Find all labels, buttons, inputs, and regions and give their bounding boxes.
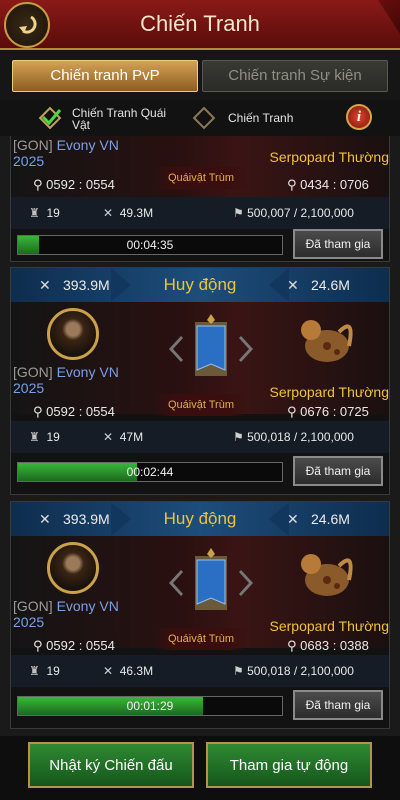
location-pin-icon: ⚲ <box>33 177 43 192</box>
rally-banner <box>161 314 261 384</box>
battle-log-button[interactable]: Nhật ký Chiến đấu <box>28 742 194 788</box>
location-pin-icon: ⚲ <box>33 404 43 419</box>
mobilization-band: ✕ 393.9M Huy động ✕ 24.6M <box>11 268 389 302</box>
info-icon[interactable]: i <box>346 104 372 130</box>
flag-icon: ⚑ <box>233 206 244 220</box>
joined-button[interactable]: Đã tham gia <box>293 690 383 720</box>
player-avatar[interactable] <box>47 308 99 360</box>
boss-coordinates[interactable]: ⚲ 0434 : 0706 <box>287 177 369 193</box>
band-chevron-right <box>269 502 289 536</box>
check-icon <box>41 109 62 126</box>
boss-type-label: Quáivật Trùm <box>155 628 247 650</box>
boss-type-label: Quáivật Trùm <box>155 394 247 416</box>
tab-pvp-war[interactable]: Chiến tranh PvP <box>12 60 198 92</box>
page-title: Chiến Tranh <box>140 11 260 36</box>
back-arrow-icon <box>19 15 37 34</box>
band-chevron-left <box>111 268 131 302</box>
defender-power: ✕ 24.6M <box>287 277 350 293</box>
tab-event-war[interactable]: Chiến tranh Sự kiện <box>202 60 388 92</box>
flag-icon: ⚑ <box>233 664 244 678</box>
swords-icon: ✕ <box>103 664 114 678</box>
player-avatar[interactable] <box>47 542 99 594</box>
banner-icon <box>169 548 253 610</box>
serpopard-boss-icon[interactable] <box>289 540 359 610</box>
mobilization-title: Huy động <box>163 275 237 294</box>
troops-stat: ♜ 19 <box>29 206 60 220</box>
swords-icon: ✕ <box>39 277 51 293</box>
stat-row: ♜ 19 ✕ 46.3M ⚑ 500,018 / 2,100,000 <box>11 655 389 687</box>
location-pin-icon: ⚲ <box>287 177 297 192</box>
power-stat: ✕ 49.3M <box>103 206 154 220</box>
war-card: ✕ 393.9M Huy động ✕ 24.6M [GON] Evony VN 2… <box>10 267 390 495</box>
boss-name[interactable]: Serpopard Thường <box>259 384 389 400</box>
back-button[interactable] <box>4 2 50 48</box>
boss-name[interactable]: Serpopard Thường <box>259 618 389 634</box>
attacker-power: ✕ 393.9M <box>39 511 110 527</box>
rally-stat: ⚑ 500,018 / 2,100,000 <box>233 664 354 678</box>
rally-banner <box>161 548 261 618</box>
rally-stat: ⚑ 500,007 / 2,100,000 <box>233 206 354 220</box>
boss-coordinates[interactable]: ⚲ 0683 : 0388 <box>287 638 369 654</box>
soldier-icon: ♜ <box>29 430 40 444</box>
location-pin-icon: ⚲ <box>287 638 297 653</box>
swords-icon: ✕ <box>103 206 114 220</box>
soldier-icon: ♜ <box>29 206 40 220</box>
player-coordinates[interactable]: ⚲ 0592 : 0554 <box>33 177 115 193</box>
monster-war-label: Chiến Tranh Quái Vật <box>72 106 167 132</box>
location-pin-icon: ⚲ <box>33 638 43 653</box>
swords-icon: ✕ <box>287 511 299 527</box>
player-name[interactable]: [GON] Evony VN 2025 <box>13 137 133 169</box>
timer-bar: 00:04:35 <box>17 235 283 255</box>
timer-text: 00:02:44 <box>126 465 174 479</box>
troops-stat: ♜ 19 <box>29 430 60 444</box>
swords-icon: ✕ <box>103 430 114 444</box>
stat-row: ♜ 19 ✕ 49.3M ⚑ 500,007 / 2,100,000 <box>11 197 389 229</box>
defender-power: ✕ 24.6M <box>287 511 350 527</box>
mobilization-band: ✕ 393.9M Huy động ✕ 24.6M <box>11 502 389 536</box>
joined-button[interactable]: Đã tham gia <box>293 456 383 486</box>
troops-stat: ♜ 19 <box>29 664 60 678</box>
power-stat: ✕ 47M <box>103 430 144 444</box>
serpopard-boss-icon[interactable] <box>289 306 359 376</box>
timer-text: 00:01:29 <box>126 699 174 713</box>
war-card: ✕ 393.9M Huy động ✕ 24.6M [GON] Evony VN 2… <box>10 501 390 729</box>
player-coordinates[interactable]: ⚲ 0592 : 0554 <box>33 404 115 420</box>
auto-join-button[interactable]: Tham gia tự động <box>206 742 372 788</box>
boss-coordinates[interactable]: ⚲ 0676 : 0725 <box>287 404 369 420</box>
boss-name[interactable]: Serpopard Thường <box>259 149 389 165</box>
war-list: [GON] Evony VN 2025 Quáivật Trùm Serpopa… <box>0 136 400 736</box>
mobilization-title: Huy động <box>163 509 237 528</box>
war-card: [GON] Evony VN 2025 Quáivật Trùm Serpopa… <box>10 136 390 262</box>
player-name[interactable]: [GON] Evony VN 2025 <box>13 598 133 630</box>
band-chevron-right <box>269 268 289 302</box>
boss-type-label: Quáivật Trùm <box>155 167 247 189</box>
timer-bar: 00:01:29 <box>17 696 283 716</box>
attacker-power: ✕ 393.9M <box>39 277 110 293</box>
stat-row: ♜ 19 ✕ 47M ⚑ 500,018 / 2,100,000 <box>11 421 389 453</box>
joined-button[interactable]: Đã tham gia <box>293 229 383 259</box>
player-coordinates[interactable]: ⚲ 0592 : 0554 <box>33 638 115 654</box>
band-chevron-left <box>111 502 131 536</box>
rally-stat: ⚑ 500,018 / 2,100,000 <box>233 430 354 444</box>
soldier-icon: ♜ <box>29 664 40 678</box>
timer-text: 00:04:35 <box>126 238 174 252</box>
location-pin-icon: ⚲ <box>287 404 297 419</box>
timer-bar: 00:02:44 <box>17 462 283 482</box>
swords-icon: ✕ <box>39 511 51 527</box>
banner-icon <box>169 314 253 376</box>
flag-icon: ⚑ <box>233 430 244 444</box>
power-stat: ✕ 46.3M <box>103 664 154 678</box>
war-label: Chiến Tranh <box>228 111 294 125</box>
player-name[interactable]: [GON] Evony VN 2025 <box>13 364 133 396</box>
swords-icon: ✕ <box>287 277 299 293</box>
